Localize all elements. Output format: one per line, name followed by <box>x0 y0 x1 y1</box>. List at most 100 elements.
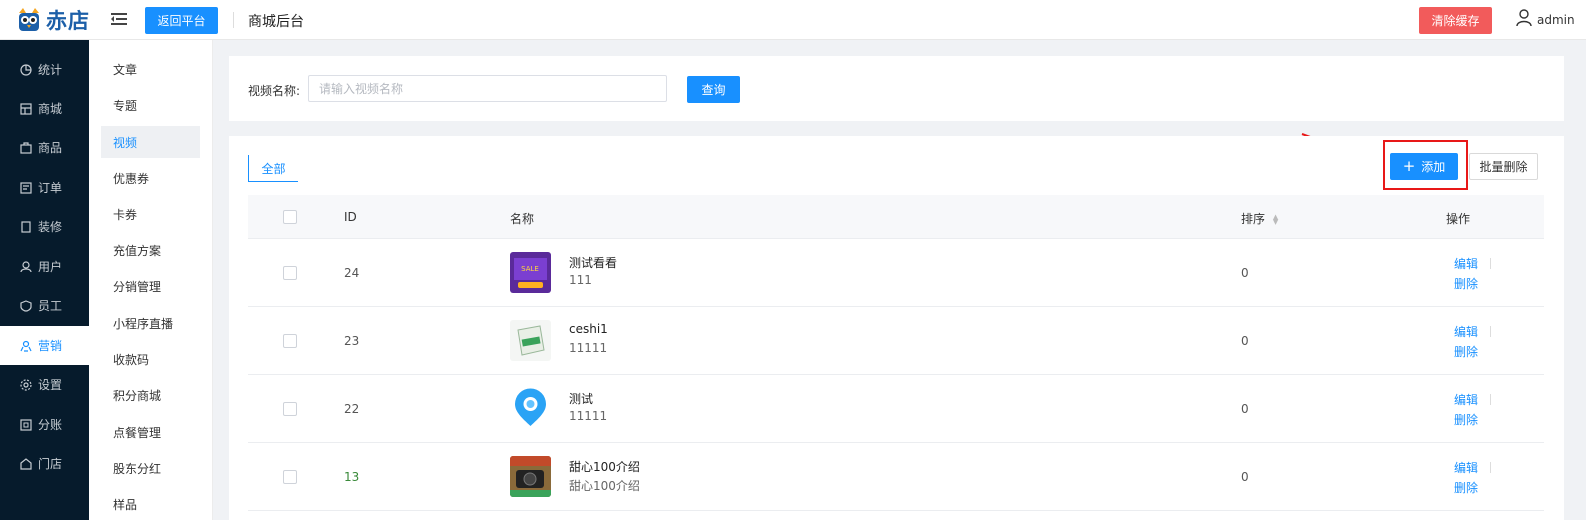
subnav-item-coupon[interactable]: 优惠券 <box>101 162 200 194</box>
video-thumbnail[interactable] <box>510 456 551 497</box>
edit-link[interactable]: 编辑 <box>1454 255 1478 272</box>
video-name-input[interactable] <box>308 75 667 102</box>
sidebar-item-label: 门店 <box>38 457 63 471</box>
back-to-platform-button[interactable]: 返回平台 <box>145 7 218 34</box>
sidebar-item-label: 营销 <box>38 339 63 353</box>
subnav-item-paycode[interactable]: 收款码 <box>101 343 200 375</box>
subnav-item-topic[interactable]: 专题 <box>101 89 200 121</box>
delete-link[interactable]: 删除 <box>1454 343 1478 360</box>
delete-link[interactable]: 删除 <box>1454 275 1478 292</box>
shop-icon <box>20 457 32 470</box>
user-icon <box>20 260 32 273</box>
row-checkbox[interactable] <box>283 266 297 280</box>
split-icon <box>20 418 32 431</box>
select-all-checkbox[interactable] <box>283 210 297 224</box>
sidebar-item-decorate[interactable]: 装修 <box>0 207 89 246</box>
sidebar-item-users[interactable]: 用户 <box>0 247 89 286</box>
sidebar-item-goods[interactable]: 商品 <box>0 128 89 167</box>
video-title: ceshi1 <box>569 322 608 336</box>
sidebar-item-label: 用户 <box>38 260 63 274</box>
sidebar-item-label: 装修 <box>38 220 63 234</box>
decorate-icon <box>20 220 32 233</box>
sidebar-item-label: 订单 <box>38 181 63 195</box>
sidebar-item-settings[interactable]: 设置 <box>0 365 89 404</box>
row-sort: 0 <box>1241 402 1249 416</box>
tab-all[interactable]: 全部 <box>248 155 298 182</box>
delete-link[interactable]: 删除 <box>1454 411 1478 428</box>
subnav-item-live[interactable]: 小程序直播 <box>101 307 200 339</box>
subnav-item-distribution[interactable]: 分销管理 <box>101 270 200 302</box>
table-header: ID 名称 排序 ▲ ▼ 操作 <box>248 195 1544 239</box>
video-thumbnail[interactable] <box>510 388 551 429</box>
row-id: 22 <box>344 402 360 416</box>
tab-active-indicator <box>248 181 298 182</box>
column-sort-label: 排序 <box>1241 212 1266 226</box>
store-icon <box>20 102 32 115</box>
menu-collapse-icon[interactable] <box>111 11 127 27</box>
user-icon <box>1516 9 1532 30</box>
add-button-label: 添加 <box>1421 160 1446 174</box>
video-subtitle: 11111 <box>569 409 608 423</box>
row-checkbox[interactable] <box>283 470 297 484</box>
sidebar-item-shop[interactable]: 门店 <box>0 444 89 483</box>
marketing-icon <box>20 340 32 352</box>
op-divider <box>1490 394 1491 405</box>
subnav-item-article[interactable]: 文章 <box>101 53 200 85</box>
logo-text: 赤店 <box>46 9 90 33</box>
column-sort[interactable]: 排序 ▲ ▼ <box>1241 210 1278 227</box>
search-label: 视频名称: <box>248 84 301 98</box>
video-list-panel: 全部 + 添加 批量删除 ID 名称 排序 ▲ ▼ 操作 24 SALE 测试看看… <box>229 136 1564 520</box>
delete-link[interactable]: 删除 <box>1454 479 1478 496</box>
chart-icon <box>20 63 32 76</box>
row-sort: 0 <box>1241 470 1249 484</box>
sidebar-item-stats[interactable]: 统计 <box>0 50 89 89</box>
video-subtitle: 111 <box>569 273 592 287</box>
sub-sidebar: 文章 专题 视频 优惠券 卡券 充值方案 分销管理 小程序直播 收款码 积分商城… <box>89 40 213 520</box>
video-thumbnail[interactable] <box>510 320 551 361</box>
video-title: 测试 <box>569 392 594 406</box>
subnav-item-sample[interactable]: 样品 <box>101 488 200 520</box>
op-divider <box>1490 258 1491 269</box>
add-button[interactable]: + 添加 <box>1390 153 1458 180</box>
sidebar-item-staff[interactable]: 员工 <box>0 286 89 325</box>
edit-link[interactable]: 编辑 <box>1454 323 1478 340</box>
subnav-item-dividend[interactable]: 股东分红 <box>101 452 200 484</box>
subnav-item-points-mall[interactable]: 积分商城 <box>101 379 200 411</box>
subnav-item-ordering[interactable]: 点餐管理 <box>101 416 200 448</box>
table-row: 24 SALE 测试看看 111 0 编辑 删除 <box>248 239 1544 307</box>
logo[interactable]: 赤店 <box>16 5 90 35</box>
table-row: 23 ceshi1 11111 0 编辑 删除 <box>248 307 1544 375</box>
video-subtitle: 甜心100介绍 <box>569 479 640 493</box>
op-divider <box>1490 326 1491 337</box>
row-id: 13 <box>344 470 360 484</box>
row-checkbox[interactable] <box>283 402 297 416</box>
page-title: 商城后台 <box>248 14 304 30</box>
row-sort: 0 <box>1241 334 1249 348</box>
sidebar-item-label: 统计 <box>38 63 63 77</box>
sidebar-item-orders[interactable]: 订单 <box>0 168 89 207</box>
clear-cache-button[interactable]: 清除缓存 <box>1419 7 1492 34</box>
video-thumbnail[interactable]: SALE <box>510 252 551 293</box>
column-actions: 操作 <box>1446 212 1471 226</box>
owl-logo-icon <box>16 7 42 33</box>
sidebar-item-split[interactable]: 分账 <box>0 405 89 444</box>
sidebar-item-label: 商品 <box>38 141 63 155</box>
subnav-item-card[interactable]: 卡券 <box>101 198 200 230</box>
sidebar-item-mall[interactable]: 商城 <box>0 89 89 128</box>
query-button[interactable]: 查询 <box>687 76 740 103</box>
row-sort: 0 <box>1241 266 1249 280</box>
batch-delete-button[interactable]: 批量删除 <box>1469 153 1538 180</box>
user-menu[interactable]: admin <box>1516 9 1575 30</box>
user-name: admin <box>1537 12 1575 27</box>
subnav-item-recharge[interactable]: 充值方案 <box>101 234 200 266</box>
order-icon <box>20 181 32 194</box>
edit-link[interactable]: 编辑 <box>1454 391 1478 408</box>
header-divider <box>233 12 234 28</box>
sidebar-item-marketing[interactable]: 营销 <box>0 326 89 365</box>
edit-link[interactable]: 编辑 <box>1454 459 1478 476</box>
row-checkbox[interactable] <box>283 334 297 348</box>
subnav-item-video[interactable]: 视频 <box>101 126 200 158</box>
table-row: 22 测试 11111 0 编辑 删除 <box>248 375 1544 443</box>
sidebar-item-label: 员工 <box>38 299 63 313</box>
goods-icon <box>20 141 32 154</box>
